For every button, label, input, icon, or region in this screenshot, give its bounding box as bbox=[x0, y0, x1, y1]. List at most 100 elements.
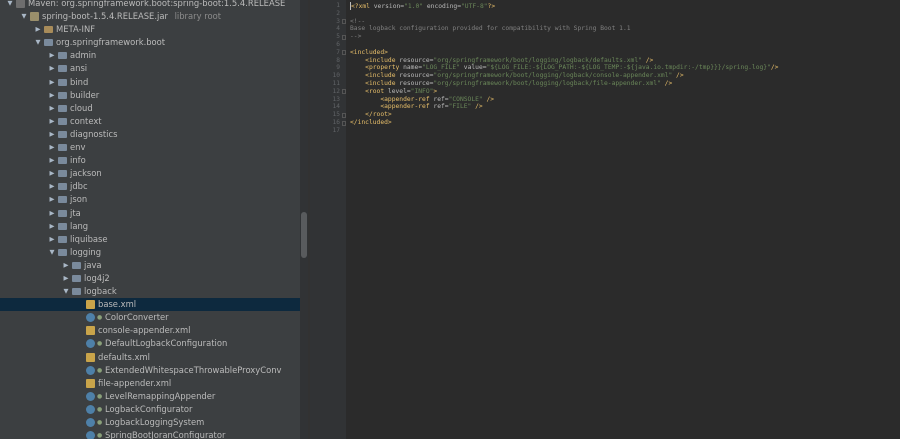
tree-row[interactable]: ▼ logback bbox=[0, 285, 300, 298]
tree-row-label: logging bbox=[70, 246, 102, 257]
project-tree: ▼ Maven: org.springframework.boot:spring-… bbox=[0, 0, 300, 439]
expanded-arrow-icon[interactable]: ▼ bbox=[48, 246, 56, 259]
library-root-hint: library root bbox=[171, 11, 221, 22]
project-tool-window: ▼ Maven: org.springframework.boot:spring-… bbox=[0, 0, 300, 439]
tree-row[interactable]: ▶ log4j2 bbox=[0, 272, 300, 285]
project-scrollbar[interactable] bbox=[300, 0, 308, 439]
tree-row[interactable]: ▶ lang bbox=[0, 220, 300, 233]
maven-library-icon bbox=[16, 0, 25, 8]
collapsed-arrow-icon[interactable]: ▶ bbox=[48, 207, 56, 220]
code-token: <!-- bbox=[350, 17, 366, 25]
tree-row-label: file-appender.xml bbox=[98, 377, 172, 388]
tree-row[interactable]: ▶ admin bbox=[0, 49, 300, 62]
collapsed-arrow-icon[interactable]: ▶ bbox=[34, 23, 42, 36]
tree-row[interactable]: ▶ env bbox=[0, 141, 300, 154]
code-line[interactable]: <?xml version="1.0" encoding="UTF-8"?> bbox=[350, 2, 495, 10]
code-line[interactable]: <property name="LOG_FILE" value="${LOG_F… bbox=[350, 64, 778, 71]
tree-row[interactable]: ● LevelRemappingAppender bbox=[0, 390, 300, 403]
code-line[interactable]: <appender-ref ref="FILE" /> bbox=[350, 103, 483, 111]
tree-row[interactable]: ▶ builder bbox=[0, 89, 300, 102]
collapsed-arrow-icon[interactable]: ▶ bbox=[48, 49, 56, 62]
collapsed-arrow-icon[interactable]: ▶ bbox=[48, 180, 56, 193]
tree-row-label: context bbox=[70, 115, 102, 126]
expanded-arrow-icon[interactable]: ▼ bbox=[34, 36, 42, 49]
collapsed-arrow-icon[interactable]: ▶ bbox=[48, 193, 56, 206]
code-line[interactable]: <include resource="org/springframework/b… bbox=[350, 72, 683, 79]
line-number: 11 bbox=[332, 80, 340, 87]
access-modifier-icon: ● bbox=[97, 392, 103, 400]
tree-row-label: jackson bbox=[70, 168, 102, 179]
tree-row[interactable]: ▶ diagnostics bbox=[0, 128, 300, 141]
tree-row[interactable]: ▼ Maven: org.springframework.boot:spring-… bbox=[0, 0, 300, 10]
tree-row[interactable]: ● SpringBootJoranConfigurator bbox=[0, 429, 300, 439]
code-token: /> bbox=[471, 103, 483, 111]
code-line[interactable]: </included> bbox=[350, 119, 392, 126]
collapsed-arrow-icon[interactable]: ▶ bbox=[48, 128, 56, 141]
collapsed-arrow-icon[interactable]: ▶ bbox=[48, 233, 56, 246]
tree-row-label: builder bbox=[70, 89, 100, 100]
code-line[interactable]: <include resource="org/springframework/b… bbox=[350, 80, 672, 87]
tree-row[interactable]: ▶ META-INF bbox=[0, 23, 300, 36]
tree-row-label: json bbox=[70, 194, 88, 205]
tree-row[interactable]: ● ColorConverter bbox=[0, 311, 300, 324]
tree-row[interactable]: base.xml bbox=[0, 298, 300, 312]
expanded-arrow-icon[interactable]: ▼ bbox=[6, 0, 14, 10]
tree-row[interactable]: ▼ spring-boot-1.5.4.RELEASE.jar library r… bbox=[0, 10, 300, 23]
code-line[interactable]: Base logback configuration provided for … bbox=[350, 25, 631, 32]
collapsed-arrow-icon[interactable]: ▶ bbox=[48, 167, 56, 180]
tree-row[interactable]: ▶ bind bbox=[0, 76, 300, 89]
code-token: "org/springframework/boot/logging/logbac… bbox=[433, 80, 661, 87]
tree-row[interactable]: defaults.xml bbox=[0, 351, 300, 364]
tree-row[interactable]: file-appender.xml bbox=[0, 377, 300, 390]
editor-gutter: 1 2 3 4 5 6 7 8 9 10 11 12 13 14 15 16 17 bbox=[310, 0, 346, 439]
tree-row[interactable]: ● LogbackLoggingSystem bbox=[0, 416, 300, 429]
tree-row[interactable]: ▶ jdbc bbox=[0, 180, 300, 193]
collapsed-arrow-icon[interactable]: ▶ bbox=[48, 76, 56, 89]
tree-row[interactable]: ▶ java bbox=[0, 259, 300, 272]
package-icon bbox=[58, 117, 67, 125]
tree-row[interactable]: ▼ org.springframework.boot bbox=[0, 36, 300, 49]
collapsed-arrow-icon[interactable]: ▶ bbox=[48, 115, 56, 128]
tree-row[interactable]: console-appender.xml bbox=[0, 324, 300, 337]
collapsed-arrow-icon[interactable]: ▶ bbox=[48, 62, 56, 75]
expanded-arrow-icon[interactable]: ▼ bbox=[62, 285, 70, 298]
class-icon bbox=[86, 313, 95, 323]
collapsed-arrow-icon[interactable]: ▶ bbox=[62, 272, 70, 285]
access-modifier-icon: ● bbox=[97, 366, 103, 374]
code-token: "INFO" bbox=[410, 87, 434, 95]
tree-row[interactable]: ▶ context bbox=[0, 115, 300, 128]
code-line[interactable]: --> bbox=[350, 33, 361, 40]
tree-row[interactable]: ● ExtendedWhitespaceThrowableProxyConv bbox=[0, 364, 300, 377]
tree-row[interactable]: ▶ liquibase bbox=[0, 233, 300, 246]
code-line[interactable]: <!-- bbox=[350, 18, 365, 25]
code-editor[interactable]: <?xml version="1.0" encoding="UTF-8"?> <!… bbox=[346, 0, 900, 439]
xml-file-icon bbox=[86, 326, 95, 336]
code-line[interactable]: <root level="INFO"> bbox=[350, 88, 437, 95]
tree-row[interactable]: ▶ jackson bbox=[0, 167, 300, 180]
tree-row[interactable]: ▶ ansi bbox=[0, 62, 300, 75]
tree-row[interactable]: ▶ jta bbox=[0, 207, 300, 220]
tree-row-label: logback bbox=[84, 286, 117, 297]
code-line[interactable]: <include resource="org/springframework/b… bbox=[350, 57, 653, 64]
collapsed-arrow-icon[interactable]: ▶ bbox=[48, 89, 56, 102]
collapsed-arrow-icon[interactable]: ▶ bbox=[48, 220, 56, 233]
code-line[interactable]: </root> bbox=[350, 111, 392, 118]
code-line[interactable]: <included> bbox=[350, 49, 388, 56]
line-number: 6 bbox=[336, 41, 340, 48]
tree-row[interactable]: ▶ info bbox=[0, 154, 300, 167]
collapsed-arrow-icon[interactable]: ▶ bbox=[48, 154, 56, 167]
code-line[interactable]: <appender-ref ref="CONSOLE" /> bbox=[350, 96, 494, 103]
tree-row-label: base.xml bbox=[98, 299, 137, 310]
tree-row[interactable]: ● LogbackConfigurator bbox=[0, 403, 300, 416]
collapsed-arrow-icon[interactable]: ▶ bbox=[48, 102, 56, 115]
tree-row[interactable]: ▶ cloud bbox=[0, 102, 300, 115]
expanded-arrow-icon[interactable]: ▼ bbox=[20, 10, 28, 23]
tree-row[interactable]: ▶ json bbox=[0, 193, 300, 206]
collapsed-arrow-icon[interactable]: ▶ bbox=[48, 141, 56, 154]
tree-row[interactable]: ▼ logging bbox=[0, 246, 300, 259]
collapsed-arrow-icon[interactable]: ▶ bbox=[62, 259, 70, 272]
tree-row[interactable]: ● DefaultLogbackConfiguration bbox=[0, 337, 300, 350]
scrollbar-thumb[interactable] bbox=[301, 212, 307, 258]
